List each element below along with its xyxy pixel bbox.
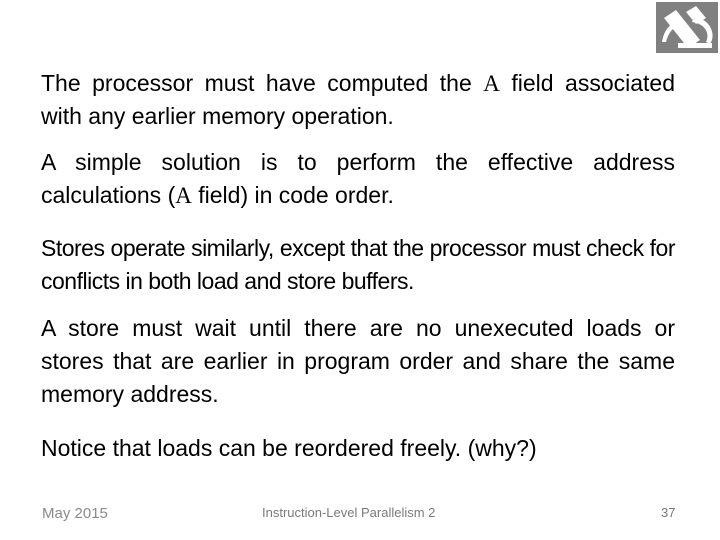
footer-title: Instruction-Level Parallelism 2	[262, 505, 436, 520]
footer-date: May 2015	[42, 505, 108, 522]
page-number: 37	[661, 505, 676, 520]
paragraph-store-wait: A store must wait until there are no une…	[41, 315, 675, 407]
paragraph-stores: Stores operate similarly, except that th…	[41, 235, 676, 294]
paragraph-a-field: The processor must have computed the A f…	[41, 67, 675, 133]
a-symbol: A	[175, 183, 192, 208]
microscope-icon	[656, 2, 718, 53]
paragraph-simple-solution: A simple solution is to perform the effe…	[41, 146, 675, 212]
a-symbol: A	[483, 71, 500, 96]
paragraph-text: The processor must have computed the	[41, 70, 484, 96]
paragraph-text: field) in code order.	[191, 182, 394, 208]
logo	[656, 2, 718, 53]
paragraph-loads-reordered: Notice that loads can be reordered freel…	[41, 435, 537, 461]
